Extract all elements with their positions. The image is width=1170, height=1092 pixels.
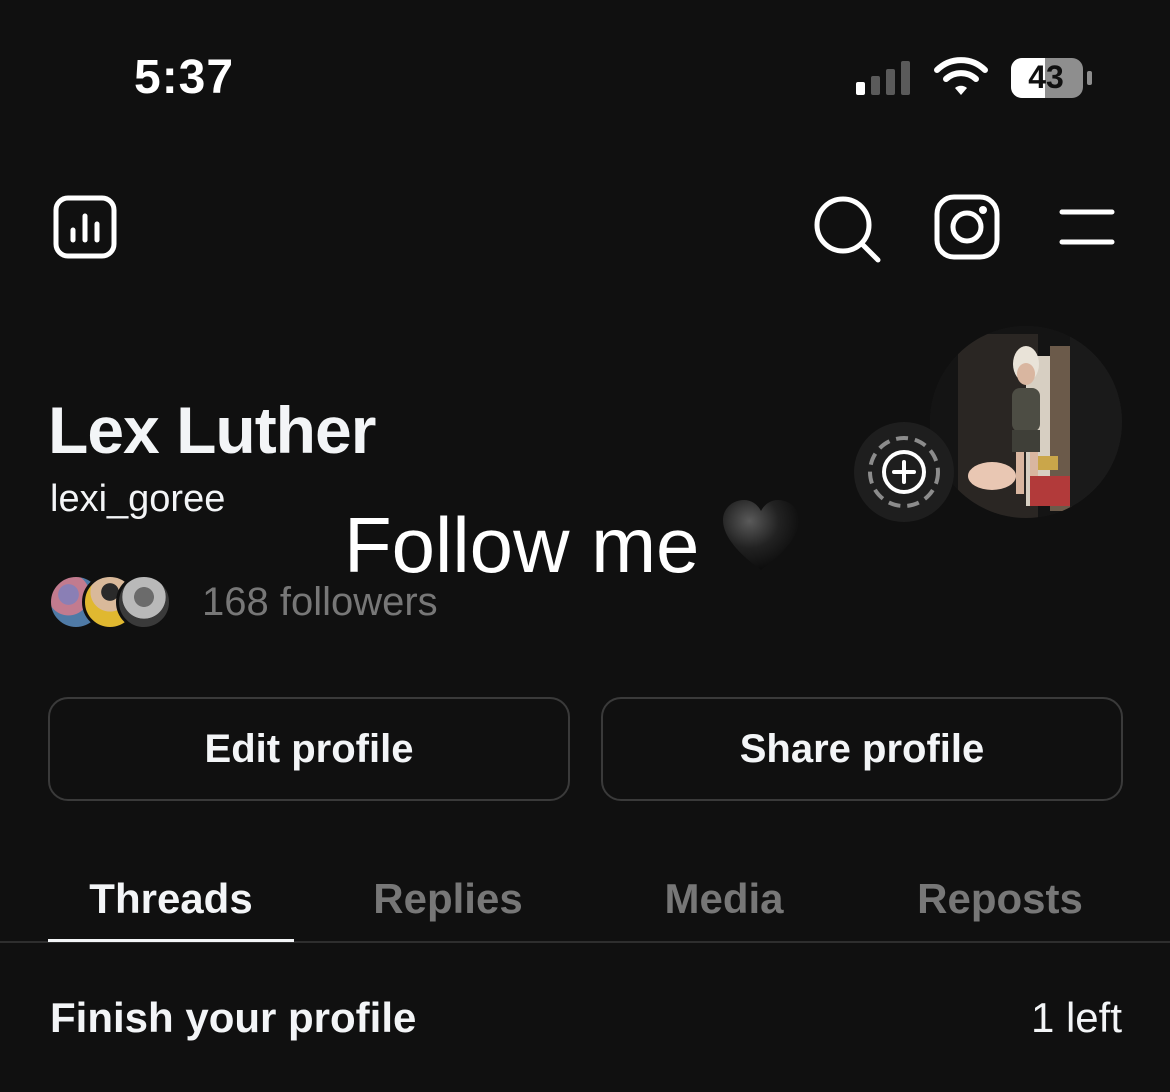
tab-media[interactable]: Media (596, 856, 852, 942)
plus-icon (868, 436, 940, 508)
username: lexi_goree (50, 478, 226, 520)
insights-bar-chart-icon[interactable] (52, 194, 118, 265)
tab-replies[interactable]: Replies (320, 856, 576, 942)
display-name: Lex Luther (48, 393, 376, 467)
cellular-signal-icon (856, 60, 916, 101)
black-heart-icon (721, 498, 801, 593)
add-story-button[interactable] (854, 422, 954, 522)
battery-icon: 43 (1010, 57, 1094, 104)
tab-threads[interactable]: Threads (48, 856, 294, 942)
overlay-caption-text: Follow me (344, 501, 700, 589)
edit-profile-button[interactable]: Edit profile (48, 697, 570, 801)
wifi-icon (934, 56, 988, 103)
overlay-caption: Follow me (344, 498, 801, 593)
menu-icon[interactable] (1058, 206, 1116, 253)
status-time: 5:37 (134, 51, 235, 104)
share-profile-button[interactable]: Share profile (601, 697, 1123, 801)
search-icon[interactable] (812, 194, 882, 269)
profile-tabs: Threads Replies Media Reposts (0, 856, 1170, 944)
battery-level: 43 (1028, 59, 1064, 95)
profile-screen: 5:37 43 Lex Luther lexi_goree 168 follow… (0, 0, 1170, 1092)
profile-avatar[interactable] (930, 326, 1122, 518)
follower-avatar (116, 574, 172, 630)
instagram-icon[interactable] (934, 194, 1000, 265)
tab-reposts[interactable]: Reposts (872, 856, 1128, 942)
active-tab-indicator (48, 939, 294, 942)
finish-profile-remaining: 1 left (1030, 994, 1122, 1041)
finish-profile-title: Finish your profile (50, 994, 417, 1041)
